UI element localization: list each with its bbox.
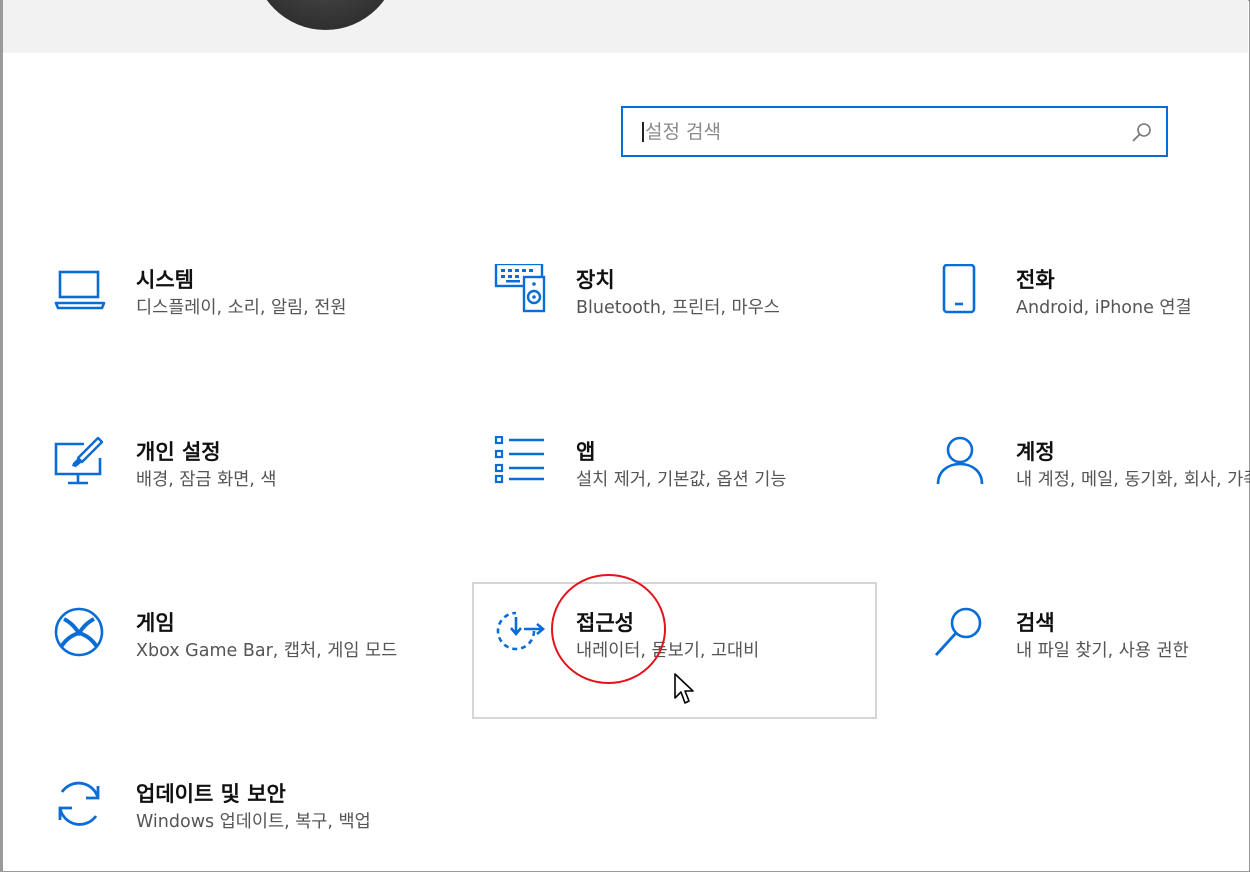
tile-devices[interactable]: 장치 Bluetooth, 프린터, 마우스 [494, 264, 894, 394]
sync-arrows-icon [58, 781, 100, 826]
header-band [3, 0, 1248, 53]
tile-title: 게임 [136, 611, 175, 635]
tile-title: 앱 [576, 440, 596, 464]
tile-description: Android, iPhone 연결 [1016, 298, 1192, 318]
person-icon [936, 436, 984, 485]
avatar[interactable] [253, 0, 398, 30]
tile-description: Windows 업데이트, 복구, 백업 [136, 812, 371, 832]
keyboard-speaker-icon [494, 264, 546, 313]
tile-description: Xbox Game Bar, 캡처, 게임 모드 [136, 641, 398, 661]
tile-search[interactable]: 검색 내 파일 찾기, 사용 권한 [934, 607, 1250, 737]
tile-title: 장치 [576, 268, 615, 292]
tile-personalization[interactable]: 개인 설정 배경, 잠금 화면, 색 [54, 436, 454, 566]
ease-of-access-icon [496, 611, 546, 651]
highlight-circle [551, 574, 666, 684]
mouse-cursor-icon [674, 673, 694, 704]
settings-search-box[interactable] [621, 106, 1168, 157]
tile-update-security[interactable]: 업데이트 및 보안 Windows 업데이트, 복구, 백업 [54, 778, 454, 872]
search-icon[interactable] [1130, 120, 1154, 144]
phone-icon [942, 264, 976, 314]
tile-description: 내 파일 찾기, 사용 권한 [1016, 641, 1189, 661]
search-input[interactable] [645, 108, 1125, 155]
apps-list-icon [494, 436, 544, 484]
tile-title: 시스템 [136, 268, 194, 292]
tile-description: 디스플레이, 소리, 알림, 전원 [136, 298, 347, 318]
tile-apps[interactable]: 앱 설치 제거, 기본값, 옵션 기능 [494, 436, 894, 566]
tile-title: 검색 [1016, 611, 1055, 635]
tile-description: Bluetooth, 프린터, 마우스 [576, 298, 780, 318]
tile-description: 설치 제거, 기본값, 옵션 기능 [576, 470, 787, 490]
tile-title: 개인 설정 [136, 440, 221, 464]
tile-system[interactable]: 시스템 디스플레이, 소리, 알림, 전원 [54, 264, 454, 394]
tile-title: 업데이트 및 보안 [136, 782, 286, 806]
magnifier-icon [934, 607, 982, 656]
tile-description: 내 계정, 메일, 동기화, 회사, 가족 [1016, 470, 1250, 490]
tile-title: 전화 [1016, 268, 1055, 292]
laptop-icon [54, 270, 106, 310]
tile-phone[interactable]: 전화 Android, iPhone 연결 [934, 264, 1250, 394]
paintbrush-monitor-icon [54, 436, 104, 485]
xbox-icon [54, 607, 104, 657]
text-caret [642, 122, 644, 142]
tile-title: 계정 [1016, 440, 1055, 464]
tile-gaming[interactable]: 게임 Xbox Game Bar, 캡처, 게임 모드 [54, 607, 454, 737]
tile-description: 배경, 잠금 화면, 색 [136, 470, 277, 490]
tile-accounts[interactable]: 계정 내 계정, 메일, 동기화, 회사, 가족 [934, 436, 1250, 566]
